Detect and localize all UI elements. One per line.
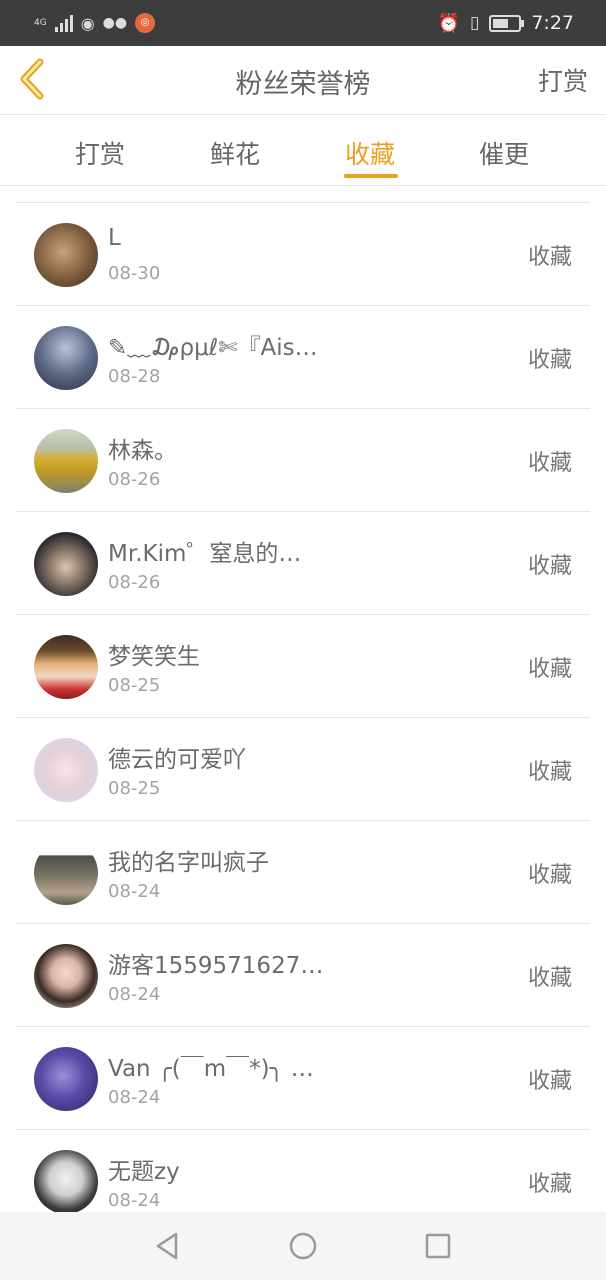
tab-reward[interactable]: 打赏 [75,135,125,171]
page-title: 粉丝荣誉榜 [235,69,371,100]
list-item[interactable]: L 08-30 收藏 [16,203,590,306]
list-item-date: 08-28 [108,366,161,387]
list-item-action: 收藏 [527,657,572,682]
avatar [34,223,98,287]
list-item-action: 收藏 [527,245,572,270]
avatar [34,532,98,596]
status-left-icons: 4G ◉ ●● ◎ [34,11,156,35]
title-bar: 粉丝荣誉榜 打赏 [0,46,606,115]
list-item[interactable]: 梦笑笑生 08-25 收藏 [16,615,590,718]
avatar [34,944,98,1008]
list-item-name: ✎﹏₯ρμℓ✄『Ais… [108,335,318,361]
list-item-date: 08-25 [108,675,161,696]
battery-icon [489,14,525,32]
list-item-name: 梦笑笑生 [108,644,200,670]
list-item-date: 08-25 [108,778,161,799]
list-item-name: 林森。 [108,438,177,464]
list-item[interactable]: Mr.Kim゜窒息的… 08-26 收藏 [16,512,590,615]
list-item[interactable]: 林森。 08-26 收藏 [16,409,590,512]
nav-back-icon[interactable] [152,1230,184,1262]
list-item-date: 08-24 [108,984,161,1005]
wechat-icon: ●● [102,15,128,31]
list-item[interactable]: 无题zy 08-24 收藏 [16,1130,590,1219]
tab-favorites[interactable]: 收藏 [345,135,395,171]
status-time: 7:27 [531,12,574,34]
list-item-date: 08-24 [108,1087,161,1108]
list-item[interactable]: 德云的可爱吖 08-25 收藏 [16,718,590,821]
list-item-date: 08-26 [108,469,161,490]
signal-icon [54,14,73,32]
avatar [34,635,98,699]
list-item-action: 收藏 [527,451,572,476]
list-item-name: Van ╭(￣m￣*)╮ … [108,1056,314,1082]
list-item[interactable]: ✎﹏₯ρμℓ✄『Ais… 08-28 收藏 [16,306,590,409]
list-item-name: 我的名字叫疯子 [108,850,269,876]
nav-recents-icon[interactable] [422,1230,454,1262]
tab-flowers[interactable]: 鲜花 [210,135,260,171]
list-item-name: 游客1559571627… [108,953,324,979]
list-item-date: 08-30 [108,263,161,284]
list-item-action: 收藏 [527,348,572,373]
list-item-action: 收藏 [527,760,572,785]
tab-urge-update[interactable]: 催更 [479,135,529,171]
list-item-date: 08-24 [108,881,161,902]
system-nav-bar [0,1212,606,1280]
network-label: 4G [34,18,47,28]
reward-button[interactable]: 打赏 [538,62,588,98]
list-item-name: L [108,225,121,251]
tab-bar: 打赏 鲜花 收藏 催更 [0,115,606,186]
list-item-action: 收藏 [527,1069,572,1094]
avatar [34,1047,98,1111]
list-item-action: 收藏 [527,1172,572,1197]
vibrate-icon: ▯ [469,13,480,33]
avatar [34,429,98,493]
list-item-name: 无题zy [108,1159,180,1185]
list-item[interactable]: Van ╭(￣m￣*)╮ … 08-24 收藏 [16,1027,590,1130]
status-right-icons: ⏰ ▯ 7:27 [438,10,574,36]
fan-list: L 08-30 收藏 ✎﹏₯ρμℓ✄『Ais… 08-28 收藏 林森。 08-… [16,202,590,1219]
list-item-date: 08-24 [108,1190,161,1211]
alarm-icon: ⏰ [437,12,460,34]
nav-home-icon[interactable] [287,1230,319,1262]
avatar [34,1150,98,1214]
avatar [34,326,98,390]
active-tab-indicator [344,174,398,178]
list-item-action: 收藏 [527,966,572,991]
status-bar: 4G ◉ ●● ◎ ⏰ ▯ 7:27 [0,0,606,46]
avatar [34,738,98,802]
list-item-name: Mr.Kim゜窒息的… [108,541,302,567]
list-item-action: 收藏 [527,554,572,579]
list-item[interactable]: 我的名字叫疯子 08-24 收藏 [16,821,590,924]
avatar [34,841,98,905]
list-item-name: 德云的可爱吖 [108,747,246,773]
list-item-date: 08-26 [108,572,161,593]
list-item[interactable]: 游客1559571627… 08-24 收藏 [16,924,590,1027]
app-notification-icon: ◎ [135,13,156,33]
eye-icon: ◉ [80,13,95,33]
list-item-action: 收藏 [527,863,572,888]
